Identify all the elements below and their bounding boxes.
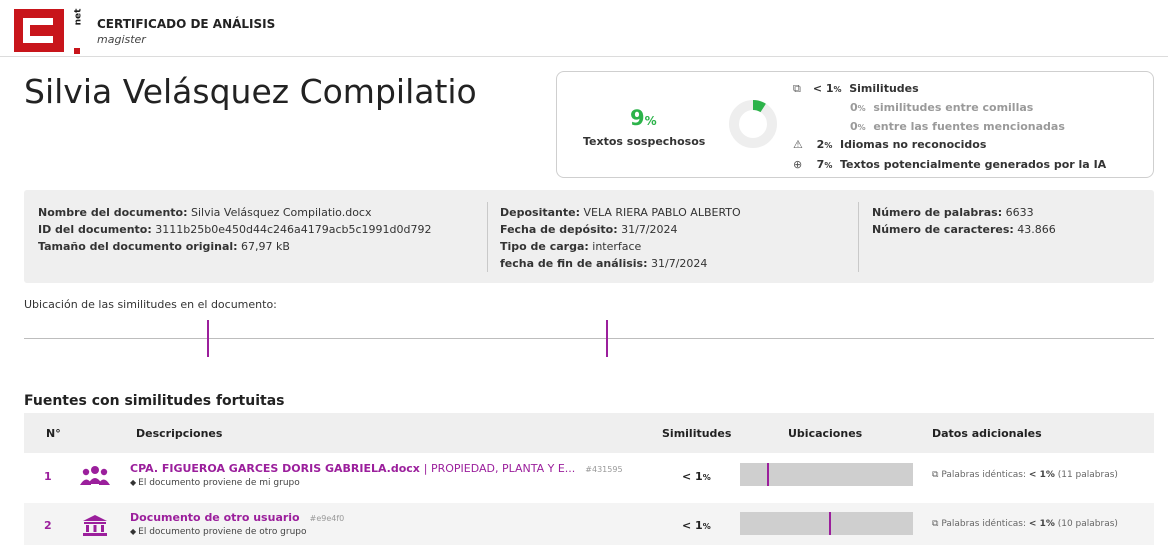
source-number: 2	[44, 519, 52, 532]
suspicious-percentage: 9%	[630, 106, 657, 130]
location-marker	[767, 463, 769, 486]
info-depositor: Depositante: VELA RIERA PABLO ALBERTO	[500, 206, 741, 219]
copy-icon: ⧉	[932, 470, 939, 480]
report-title: CERTIFICADO DE ANÁLISIS	[97, 17, 276, 31]
document-info-panel: Nombre del documento: Silvia Velásquez C…	[24, 190, 1154, 283]
info-doc-name: Nombre del documento: Silvia Velásquez C…	[38, 206, 372, 219]
source-identical-words: ⧉ Palabras idénticas: < 1% (10 palabras)	[932, 519, 1118, 529]
summary-mentioned-sources: 0% entre las fuentes mencionadas	[850, 120, 1065, 133]
location-track	[24, 338, 1154, 339]
logo-net-text: net	[68, 6, 84, 54]
col-header-descriptions: Descripciones	[136, 427, 223, 440]
author-name: Silvia Velásquez Compilatio	[24, 72, 477, 111]
tag-icon: ◆	[130, 478, 137, 487]
info-doc-size: Tamaño del documento original: 67,97 kB	[38, 240, 290, 253]
source-identical-words: ⧉ Palabras idénticas: < 1% (11 palabras)	[932, 470, 1118, 480]
summary-quotes: 0% similitudes entre comillas	[850, 101, 1034, 114]
source-similarity: < 1%	[682, 470, 711, 483]
source-title-link[interactable]: CPA. FIGUEROA GARCES DORIS GABRIELA.docx…	[130, 462, 623, 475]
compilatio-logo	[14, 9, 64, 52]
summary-ai-texts: ⊕ 7% Textos potencialmente generados por…	[793, 158, 1107, 171]
col-header-number: N°	[46, 427, 61, 440]
sources-table-header: N° Descripciones Similitudes Ubicaciones…	[24, 413, 1154, 453]
info-word-count: Número de palabras: 6633	[872, 206, 1034, 219]
summary-box: 9% Textos sospechosos ⧉ < 1% Similitudes…	[556, 71, 1154, 178]
source-origin: ◆ El documento proviene de mi grupo	[130, 478, 300, 488]
source-row[interactable]: 2 Documento de otro usuario #e9e4f0 ◆ El d…	[24, 503, 1154, 545]
ai-icon: ⊕	[793, 158, 803, 171]
source-row[interactable]: 1 CPA. FIGUEROA GARCES DORIS GABRIELA.do…	[24, 454, 1154, 496]
source-number: 1	[44, 470, 52, 483]
location-marker[interactable]	[207, 320, 209, 357]
copy-icon: ⧉	[932, 519, 939, 529]
warning-icon: ⚠	[793, 138, 803, 151]
source-location-bar[interactable]	[740, 463, 913, 486]
info-analysis-end: fecha de fin de análisis: 31/7/2024	[500, 257, 708, 270]
location-marker[interactable]	[606, 320, 608, 357]
col-header-additional-data: Datos adicionales	[932, 427, 1042, 440]
location-marker	[829, 512, 831, 535]
source-location-bar[interactable]	[740, 512, 913, 535]
source-origin: ◆ El documento proviene de otro grupo	[130, 527, 307, 537]
info-char-count: Número de caracteres: 43.866	[872, 223, 1056, 236]
sources-title: Fuentes con similitudes fortuitas	[24, 393, 285, 409]
info-upload-type: Tipo de carga: interface	[500, 240, 642, 253]
info-column-document: Nombre del documento: Silvia Velásquez C…	[38, 204, 432, 255]
copy-icon: ⧉	[793, 82, 801, 95]
source-title-link[interactable]: Documento de otro usuario #e9e4f0	[130, 511, 344, 524]
location-title: Ubicación de las similitudes en el docum…	[24, 298, 277, 311]
col-header-similarities: Similitudes	[662, 427, 732, 440]
info-column-counts: Número de palabras: 6633 Número de carac…	[872, 204, 1056, 238]
info-column-deposit: Depositante: VELA RIERA PABLO ALBERTO Fe…	[500, 204, 741, 272]
info-divider	[858, 202, 859, 272]
col-header-locations: Ubicaciones	[788, 427, 863, 440]
tag-icon: ◆	[130, 527, 137, 536]
source-similarity: < 1%	[682, 519, 711, 532]
donut-track	[729, 100, 777, 148]
summary-languages: ⚠ 2% Idiomas no reconocidos	[793, 138, 987, 151]
info-divider	[487, 202, 488, 272]
summary-similitudes: ⧉ < 1% Similitudes	[793, 82, 919, 95]
info-doc-id: ID del documento: 3111b25b0e450d44c246a4…	[38, 223, 432, 236]
suspicious-label: Textos sospechosos	[583, 135, 706, 148]
suspicious-donut-chart	[729, 100, 777, 148]
institution-icon	[83, 515, 107, 536]
report-header: net CERTIFICADO DE ANÁLISIS magister	[0, 0, 1168, 57]
group-icon	[80, 466, 110, 485]
info-deposit-date: Fecha de depósito: 31/7/2024	[500, 223, 678, 236]
report-subtitle: magister	[97, 33, 146, 46]
